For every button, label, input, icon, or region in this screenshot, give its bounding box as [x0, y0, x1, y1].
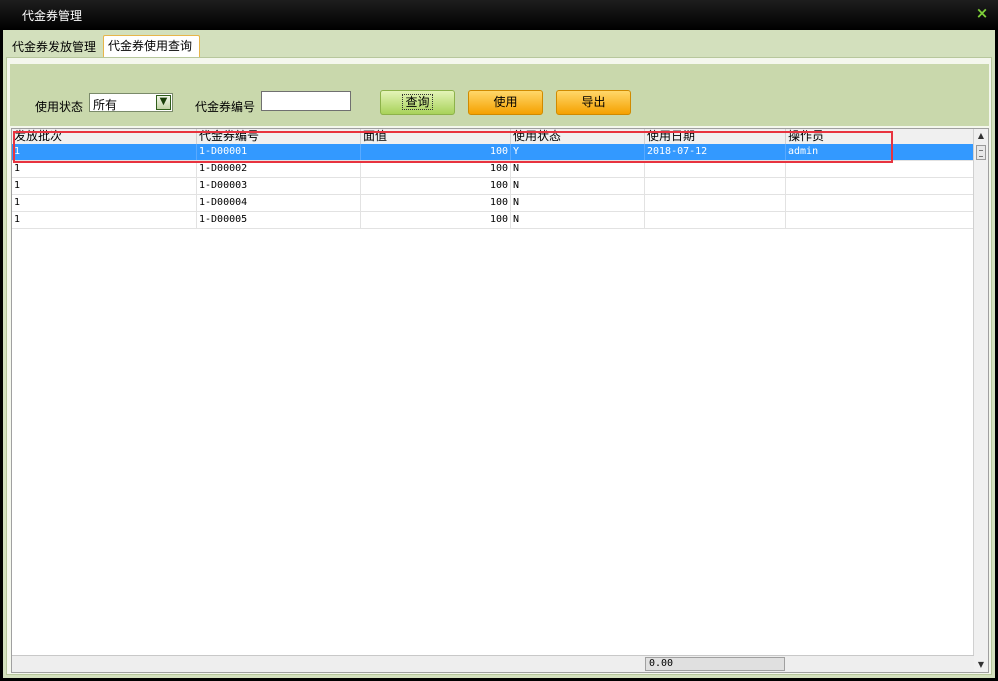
table-row[interactable]: 1 1-D00003 100 N [12, 178, 974, 195]
grid-footer: 0.00 [12, 655, 974, 672]
cell-batch: 1 [12, 212, 197, 228]
footer-total: 0.00 [645, 657, 785, 671]
scroll-down-icon[interactable]: ▼ [974, 658, 988, 672]
tab-voucher-issue-management[interactable]: 代金券发放管理 [8, 37, 102, 58]
table-row[interactable]: 1 1-D00004 100 N [12, 195, 974, 212]
scroll-thumb[interactable] [976, 145, 986, 160]
cell-operator: admin [786, 144, 974, 160]
cell-code: 1-D00002 [197, 161, 361, 177]
cell-status: N [511, 212, 645, 228]
filter-bar: 使用状态 所有 ▼ 代金券编号 查询 使用 导出 [10, 64, 989, 126]
code-input[interactable] [261, 91, 351, 111]
cell-operator [786, 178, 974, 194]
tab-panel: 使用状态 所有 ▼ 代金券编号 查询 使用 导出 发放批次 代金券编号 面值 使… [6, 57, 992, 675]
status-label: 使用状态 [35, 100, 84, 114]
column-header-date[interactable]: 使用日期 [645, 129, 786, 144]
cell-code: 1-D00003 [197, 178, 361, 194]
table-row[interactable]: 1 1-D00001 100 Y 2018-07-12 admin [12, 144, 974, 161]
cell-date [645, 161, 786, 177]
cell-code: 1-D00005 [197, 212, 361, 228]
cell-date [645, 195, 786, 211]
query-button-label: 查询 [402, 94, 433, 110]
cell-date: 2018-07-12 [645, 144, 786, 160]
column-header-value[interactable]: 面值 [361, 129, 511, 144]
cell-value: 100 [361, 195, 511, 211]
export-button[interactable]: 导出 [556, 90, 631, 115]
column-header-status[interactable]: 使用状态 [511, 129, 645, 144]
close-icon[interactable]: × [974, 5, 990, 21]
window-title: 代金券管理 [22, 9, 83, 23]
cell-date [645, 178, 786, 194]
chevron-down-icon[interactable]: ▼ [156, 95, 171, 110]
query-button[interactable]: 查询 [380, 90, 455, 115]
cell-date [645, 212, 786, 228]
cell-batch: 1 [12, 161, 197, 177]
cell-status: Y [511, 144, 645, 160]
cell-value: 100 [361, 212, 511, 228]
code-label: 代金券编号 [195, 100, 256, 114]
cell-batch: 1 [12, 195, 197, 211]
scroll-up-icon[interactable]: ▲ [974, 129, 988, 143]
cell-operator [786, 195, 974, 211]
status-select-value: 所有 [93, 98, 118, 112]
tab-voucher-usage-query[interactable]: 代金券使用查询 [103, 35, 200, 58]
client-area: 代金券发放管理 代金券使用查询 使用状态 所有 ▼ 代金券编号 查询 使用 导出 [3, 30, 995, 678]
vertical-scrollbar[interactable]: ▲ ▼ [973, 129, 988, 672]
column-header-batch[interactable]: 发放批次 [12, 129, 197, 144]
cell-code: 1-D00001 [197, 144, 361, 160]
cell-status: N [511, 161, 645, 177]
status-select[interactable]: 所有 ▼ [89, 93, 173, 112]
voucher-management-window: 代金券管理 × 代金券发放管理 代金券使用查询 使用状态 所有 ▼ 代金券编号 … [0, 0, 998, 681]
voucher-grid[interactable]: 发放批次 代金券编号 面值 使用状态 使用日期 操作员 1 1-D00001 1… [11, 128, 989, 673]
column-header-operator[interactable]: 操作员 [786, 129, 974, 144]
cell-operator [786, 212, 974, 228]
cell-status: N [511, 178, 645, 194]
use-button[interactable]: 使用 [468, 90, 543, 115]
cell-batch: 1 [12, 144, 197, 160]
cell-value: 100 [361, 161, 511, 177]
column-header-code[interactable]: 代金券编号 [197, 129, 361, 144]
cell-code: 1-D00004 [197, 195, 361, 211]
table-row[interactable]: 1 1-D00002 100 N [12, 161, 974, 178]
cell-batch: 1 [12, 178, 197, 194]
cell-value: 100 [361, 144, 511, 160]
cell-status: N [511, 195, 645, 211]
cell-value: 100 [361, 178, 511, 194]
title-bar[interactable]: 代金券管理 × [0, 0, 998, 30]
cell-operator [786, 161, 974, 177]
grid-header: 发放批次 代金券编号 面值 使用状态 使用日期 操作员 [12, 129, 974, 145]
table-row[interactable]: 1 1-D00005 100 N [12, 212, 974, 229]
